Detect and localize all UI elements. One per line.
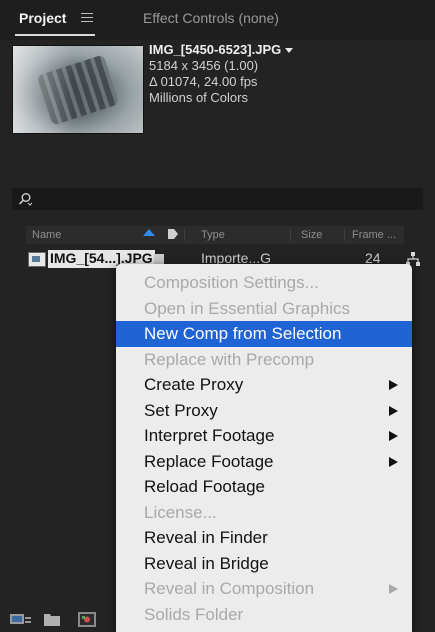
- menu-item-set-proxy[interactable]: Set Proxy: [116, 398, 412, 424]
- menu-item-reveal-in-finder[interactable]: Reveal in Finder: [116, 525, 412, 551]
- project-panel: Project Effect Controls (none) IMG_[5450…: [0, 0, 435, 632]
- column-type[interactable]: Type: [201, 229, 225, 241]
- menu-item-label: Replace Footage: [144, 451, 274, 471]
- menu-item-composition-settings: Composition Settings...: [116, 270, 412, 296]
- tab-effect-controls[interactable]: Effect Controls (none): [143, 10, 279, 26]
- chevron-down-icon[interactable]: [285, 48, 294, 54]
- footage-thumbnail: [12, 45, 144, 134]
- menu-item-open-in-essential-graphics: Open in Essential Graphics: [116, 296, 412, 322]
- menu-item-solids-folder: Solids Folder: [116, 602, 412, 628]
- submenu-arrow-icon: [389, 584, 398, 594]
- menu-item-reveal-in-bridge[interactable]: Reveal in Bridge: [116, 551, 412, 577]
- search-icon[interactable]: [18, 192, 32, 206]
- tab-bar: Project Effect Controls (none): [0, 0, 435, 40]
- menu-item-reload-footage[interactable]: Reload Footage: [116, 474, 412, 500]
- new-folder-icon[interactable]: [44, 612, 60, 626]
- menu-item-label: Set Proxy: [144, 400, 218, 420]
- menu-item-create-proxy[interactable]: Create Proxy: [116, 372, 412, 398]
- footage-duration: Δ 01074, 24.00 fps: [149, 74, 258, 89]
- image-sequence-icon: [28, 252, 46, 267]
- interpret-footage-icon[interactable]: [10, 612, 32, 626]
- menu-item-label: Interpret Footage: [144, 426, 275, 445]
- label-color-swatch[interactable]: [154, 254, 164, 264]
- menu-item-label: Reveal in Finder: [144, 528, 268, 547]
- menu-item-label: Reveal in Composition: [144, 579, 315, 598]
- context-menu: Composition Settings... Open in Essential…: [116, 264, 412, 632]
- menu-item-license: License...: [116, 500, 412, 526]
- menu-item-reveal-in-composition: Reveal in Composition: [116, 576, 412, 602]
- sort-ascending-icon[interactable]: [143, 229, 155, 236]
- footage-filename[interactable]: IMG_[5450-6523].JPG: [149, 42, 281, 57]
- menu-item-label: Composition Settings...: [144, 273, 319, 292]
- panel-menu-icon[interactable]: [81, 13, 93, 23]
- submenu-arrow-icon: [389, 380, 398, 390]
- column-header: Name Type Size Frame ...: [26, 226, 404, 244]
- tab-project[interactable]: Project: [19, 10, 66, 26]
- footage-dimensions: 5184 x 3456 (1.00): [149, 58, 259, 73]
- menu-item-label: License...: [144, 502, 217, 522]
- menu-item-label: Reveal in Bridge: [144, 553, 269, 573]
- menu-item-label: New Comp from Selection: [144, 324, 342, 343]
- menu-item-label: Replace with Precomp: [144, 349, 315, 369]
- column-name[interactable]: Name: [32, 229, 61, 241]
- submenu-arrow-icon: [389, 431, 398, 441]
- active-tab-indicator: [15, 34, 95, 36]
- search-field[interactable]: [12, 188, 423, 210]
- menu-item-replace-with-precomp: Replace with Precomp: [116, 347, 412, 373]
- column-size[interactable]: Size: [301, 229, 322, 241]
- menu-item-label: Solids Folder: [144, 604, 244, 624]
- new-composition-icon[interactable]: [78, 612, 96, 627]
- submenu-arrow-icon: [389, 405, 398, 416]
- menu-item-new-comp-from-selection[interactable]: New Comp from Selection: [116, 321, 412, 347]
- menu-item-label: Reload Footage: [144, 477, 265, 496]
- bottom-toolbar: [0, 604, 120, 632]
- label-tag-icon[interactable]: [167, 228, 179, 240]
- submenu-arrow-icon: [389, 456, 398, 467]
- column-frame-rate[interactable]: Frame ...: [352, 229, 396, 241]
- menu-item-replace-footage[interactable]: Replace Footage: [116, 449, 412, 475]
- menu-item-label: Open in Essential Graphics: [144, 298, 350, 318]
- footage-colors: Millions of Colors: [149, 90, 248, 105]
- menu-item-label: Create Proxy: [144, 375, 244, 394]
- menu-item-interpret-footage[interactable]: Interpret Footage: [116, 423, 412, 449]
- footage-info: IMG_[5450-6523].JPG 5184 x 3456 (1.00) Δ…: [149, 42, 294, 106]
